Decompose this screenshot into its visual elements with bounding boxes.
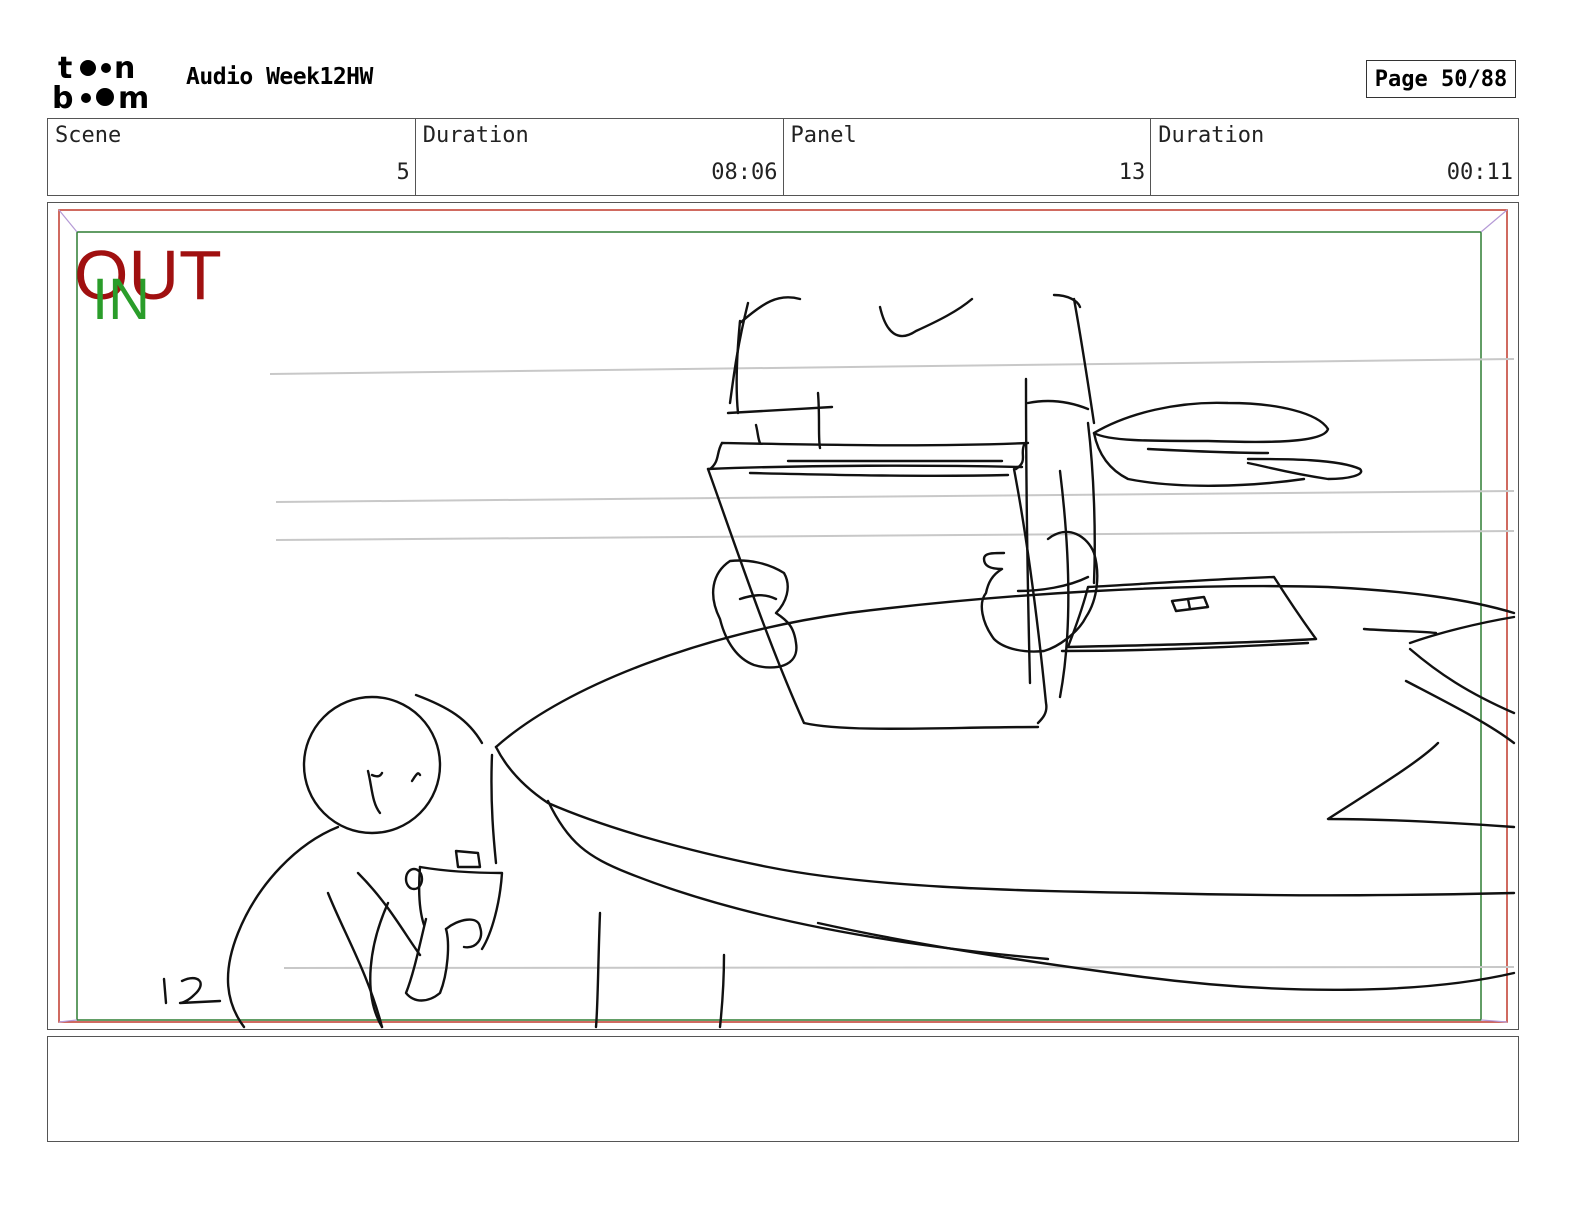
- panel-cell: Panel 13: [784, 119, 1152, 195]
- scene-cell: Scene 5: [48, 119, 416, 195]
- in-marker: IN: [92, 267, 150, 332]
- toon-boom-logo: t n b m: [52, 52, 164, 112]
- background-guides: [269, 358, 1515, 969]
- scene-label: Scene: [55, 123, 122, 148]
- panel-duration-value: 00:11: [1446, 160, 1513, 185]
- storyboard-panel: OUT IN: [47, 202, 1519, 1030]
- panel-value: 13: [1118, 160, 1146, 185]
- camera-frame: [58, 209, 1508, 1023]
- panel-label: Panel: [790, 123, 857, 148]
- svg-text:b: b: [52, 81, 73, 112]
- page-indicator: Page 50/88: [1366, 60, 1516, 98]
- panel-duration-cell: Duration 00:11: [1151, 119, 1518, 195]
- project-title: Audio Week12HW: [186, 64, 373, 90]
- scene-duration-cell: Duration 08:06: [416, 119, 784, 195]
- scene-value: 5: [396, 160, 410, 185]
- svg-text:m: m: [118, 81, 149, 112]
- notes-area: [47, 1036, 1519, 1142]
- sketch-strokes: [162, 293, 1516, 1029]
- scene-duration-value: 08:06: [711, 160, 778, 185]
- info-table: Scene 5 Duration 08:06 Panel 13 Duration…: [47, 118, 1519, 196]
- panel-duration-label: Duration: [1158, 123, 1265, 148]
- scene-duration-label: Duration: [422, 123, 529, 148]
- panel-sketch: OUT IN: [58, 209, 1516, 1029]
